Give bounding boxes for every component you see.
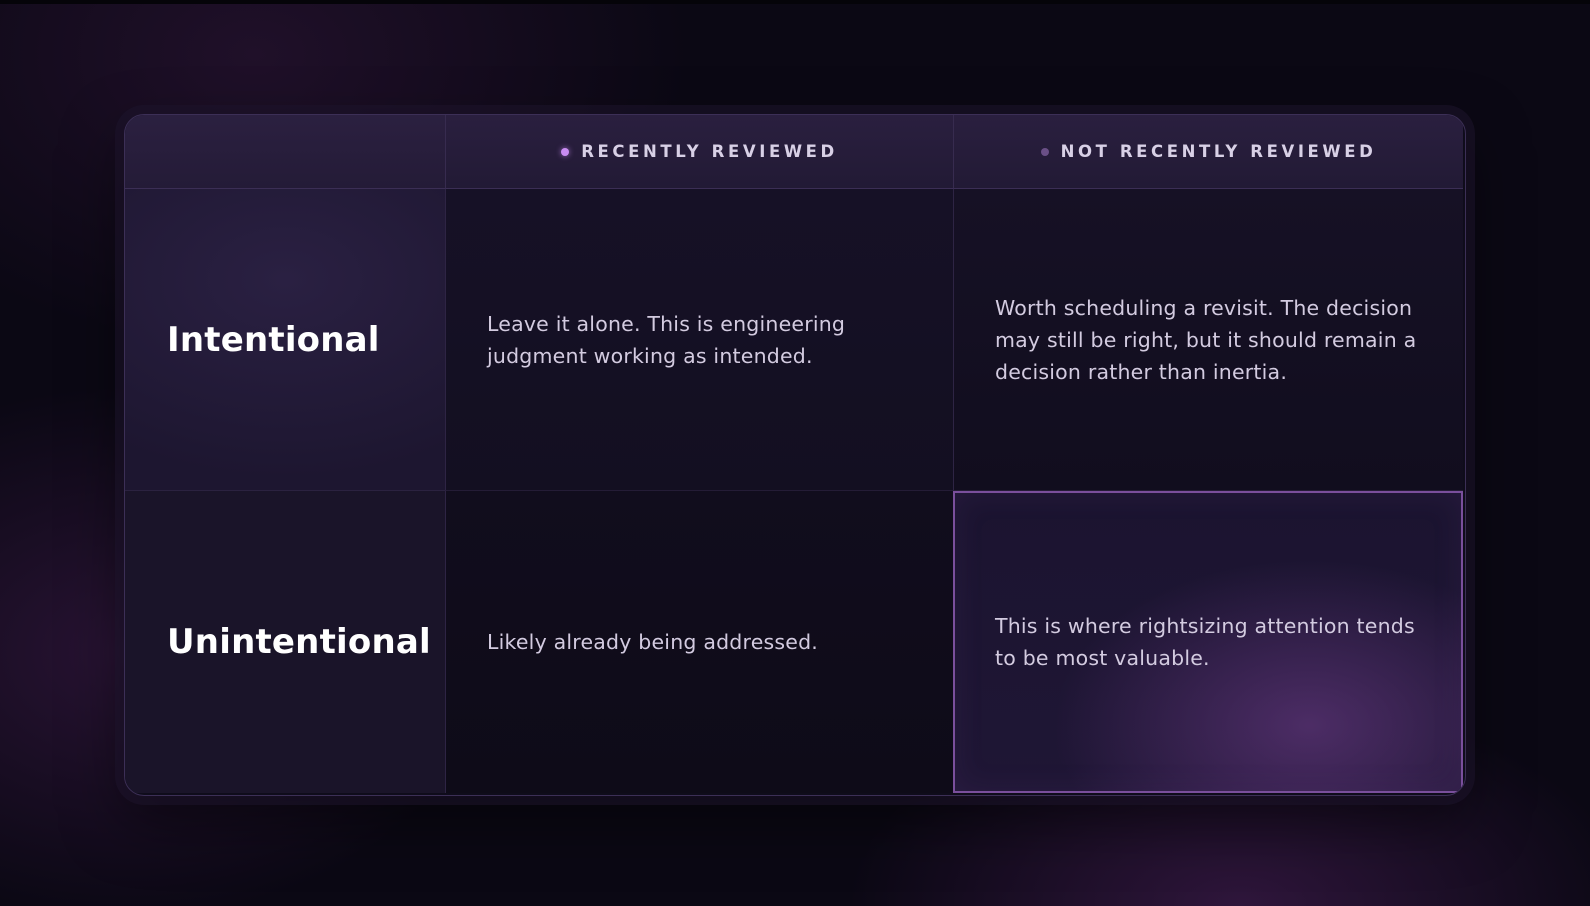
cell-intentional-recently-reviewed: Leave it alone. This is engineering judg… xyxy=(445,189,953,491)
cell-text: Worth scheduling a revisit. The decision… xyxy=(995,295,1417,384)
column-header-label-wrapper: NOT RECENTLY REVIEWED xyxy=(1040,142,1377,161)
cell-unintentional-recently-reviewed: Likely already being addressed. xyxy=(445,491,953,793)
top-edge-bar xyxy=(0,0,1590,4)
column-header-label: RECENTLY REVIEWED xyxy=(581,142,838,161)
cell-intentional-not-recently-reviewed: Worth scheduling a revisit. The decision… xyxy=(953,189,1463,491)
cell-text: Leave it alone. This is engineering judg… xyxy=(487,311,846,368)
cell-text: This is where rightsizing attention tend… xyxy=(995,614,1415,670)
row-label-text: Intentional xyxy=(167,319,380,360)
cell-text: Likely already being addressed. xyxy=(487,630,819,654)
column-header-label-wrapper: RECENTLY REVIEWED xyxy=(561,142,838,161)
matrix-corner-header xyxy=(125,115,445,189)
row-label-text: Unintentional xyxy=(167,622,431,662)
bright-dot-icon xyxy=(561,147,570,156)
dim-dot-icon xyxy=(1040,147,1049,156)
row-label-unintentional: Unintentional xyxy=(125,491,445,793)
review-intent-matrix: RECENTLY REVIEWED NOT RECENTLY REVIEWED … xyxy=(124,114,1466,796)
column-header-recently-reviewed: RECENTLY REVIEWED xyxy=(445,115,953,189)
column-header-not-recently-reviewed: NOT RECENTLY REVIEWED xyxy=(953,115,1463,189)
cell-unintentional-not-recently-reviewed-highlighted: This is where rightsizing attention tend… xyxy=(953,491,1463,793)
row-label-intentional: Intentional xyxy=(125,189,445,491)
column-header-label: NOT RECENTLY REVIEWED xyxy=(1060,142,1377,161)
